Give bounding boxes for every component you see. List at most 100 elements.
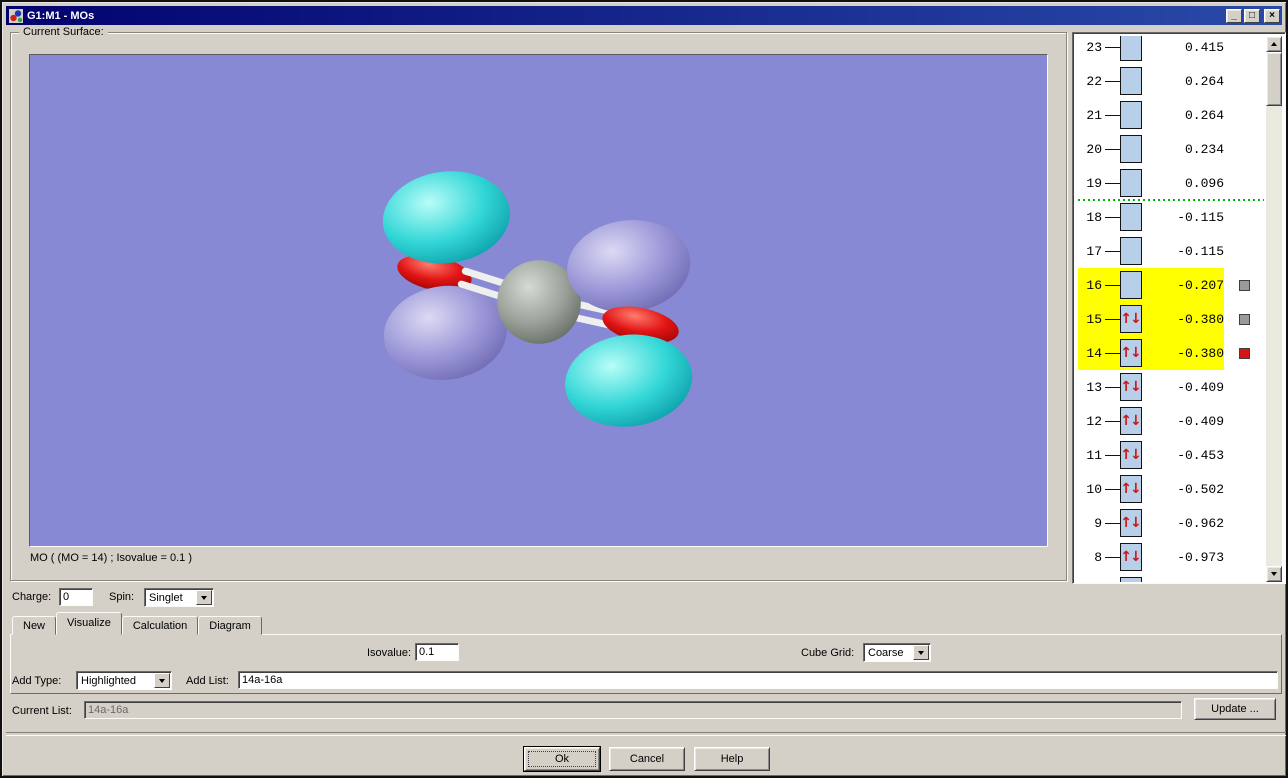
- mo-orbital-box[interactable]: [1120, 135, 1142, 163]
- mo-orbital-box[interactable]: ↑↓: [1120, 475, 1142, 503]
- mo-row-16[interactable]: 16 -0.207: [1076, 268, 1268, 302]
- mo-energy: -0.453: [1177, 447, 1224, 463]
- spin-dropdown[interactable]: Singlet: [144, 588, 214, 607]
- mo-row-20[interactable]: 20 0.234: [1076, 132, 1268, 166]
- mo-energy: -0.962: [1177, 515, 1224, 531]
- mo-number: 15: [1086, 311, 1102, 327]
- mo-orbital-box[interactable]: ↑↓: [1120, 407, 1142, 435]
- mo-row-13[interactable]: 13 ↑ ↓ -0.409: [1076, 370, 1268, 404]
- mo-orbital-box[interactable]: [1120, 36, 1142, 61]
- mo-number: 10: [1086, 481, 1102, 497]
- mo-row-21[interactable]: 21 0.264: [1076, 98, 1268, 132]
- mo-level-line: [1105, 386, 1120, 388]
- spin-dropdown-arrow[interactable]: [196, 590, 212, 605]
- ok-button[interactable]: Ok: [524, 747, 600, 771]
- tab-diagram[interactable]: Diagram: [198, 616, 262, 635]
- scroll-up-button[interactable]: [1266, 36, 1282, 52]
- mo-orbital-box[interactable]: [1120, 101, 1142, 129]
- add-list-label: Add List:: [186, 675, 229, 687]
- mo-row-partial[interactable]: ↑↓: [1076, 574, 1268, 582]
- update-button[interactable]: Update ...: [1194, 698, 1276, 720]
- mo-orbital-box[interactable]: ↑↓: [1120, 305, 1142, 333]
- mo-number: 9: [1094, 515, 1102, 531]
- tab-visualize[interactable]: Visualize: [56, 612, 122, 635]
- scrollbar-thumb[interactable]: [1266, 52, 1282, 106]
- mo-orbital-box[interactable]: [1120, 169, 1142, 197]
- mo-row-12[interactable]: 12 ↑ ↓ -0.409: [1076, 404, 1268, 438]
- mo-orbital-box[interactable]: ↑↓: [1120, 509, 1142, 537]
- current-list-input: [84, 701, 1182, 719]
- mo-energy: -0.409: [1177, 379, 1224, 395]
- mo-diagram-panel: 23 0.415 22 0.264 21 0.264 20 0.234 19 0.096 18 -0.…: [1072, 32, 1286, 584]
- mo-energy: -0.380: [1177, 311, 1224, 327]
- mo-orbital-box[interactable]: ↑↓: [1120, 441, 1142, 469]
- mo-select-checkbox[interactable]: [1239, 347, 1250, 359]
- cube-grid-dropdown-arrow[interactable]: [913, 645, 929, 660]
- mo-level-line: [1105, 454, 1120, 456]
- mo-orbital-box[interactable]: [1120, 67, 1142, 95]
- bottom-divider: [6, 732, 1286, 736]
- mo-orbital-box[interactable]: ↑↓: [1120, 577, 1142, 582]
- spin-down-arrow-icon: ↓: [1130, 345, 1142, 361]
- spin-down-arrow-icon: ↓: [1130, 549, 1142, 565]
- mo-list[interactable]: 23 0.415 22 0.264 21 0.264 20 0.234 19 0.096 18 -0.…: [1076, 36, 1268, 582]
- mo-row-8[interactable]: 8 ↑ ↓ -0.973: [1076, 540, 1268, 574]
- close-button[interactable]: ×: [1264, 8, 1280, 23]
- mo-energy: 0.415: [1184, 39, 1224, 55]
- mo-row-11[interactable]: 11 ↑ ↓ -0.453: [1076, 438, 1268, 472]
- isovalue-label: Isovalue:: [367, 647, 412, 659]
- mo-row-15[interactable]: 15 ↑ ↓ -0.380: [1076, 302, 1268, 336]
- add-type-dropdown[interactable]: Highlighted: [76, 671, 172, 690]
- mo-list-scrollbar[interactable]: [1266, 36, 1282, 582]
- add-type-dropdown-arrow[interactable]: [154, 673, 170, 688]
- mo-orbital-box[interactable]: ↑↓: [1120, 339, 1142, 367]
- scroll-down-button[interactable]: [1266, 566, 1282, 582]
- mo-row-22[interactable]: 22 0.264: [1076, 64, 1268, 98]
- title-bar[interactable]: G1:M1 - MOs _ □ ×: [6, 6, 1282, 25]
- mo-orbital-box[interactable]: ↑↓: [1120, 373, 1142, 401]
- orbital-lobe-cyan-bottom-right: [565, 334, 693, 427]
- mo-orbital-box[interactable]: [1120, 203, 1142, 231]
- mo-row-17[interactable]: 17 -0.115: [1076, 234, 1268, 268]
- app-icon[interactable]: [9, 8, 23, 23]
- isovalue-input[interactable]: [415, 643, 459, 661]
- homo-lumo-separator: [1078, 199, 1264, 201]
- mo-level-line: [1105, 46, 1120, 48]
- molecule-viewport[interactable]: [29, 54, 1048, 547]
- chevron-down-icon: [159, 678, 165, 683]
- mo-orbital-box[interactable]: [1120, 237, 1142, 265]
- mo-energy: -0.409: [1177, 413, 1224, 429]
- mo-orbital-box[interactable]: [1120, 271, 1142, 299]
- add-list-input[interactable]: [238, 671, 1278, 689]
- mo-row-19[interactable]: 19 0.096: [1076, 166, 1268, 200]
- minimize-button[interactable]: _: [1226, 8, 1242, 23]
- mo-energy: -0.502: [1177, 481, 1224, 497]
- cube-grid-dropdown[interactable]: Coarse: [863, 643, 931, 662]
- mo-level-line: [1105, 216, 1120, 218]
- mo-energy: 0.264: [1184, 107, 1224, 123]
- mo-row-9[interactable]: 9 ↑ ↓ -0.962: [1076, 506, 1268, 540]
- mo-energy: 0.096: [1184, 175, 1224, 191]
- mo-row-23[interactable]: 23 0.415: [1076, 36, 1268, 64]
- cube-grid-value: Coarse: [868, 646, 904, 659]
- mo-select-checkbox[interactable]: [1239, 313, 1250, 325]
- mo-level-line: [1105, 522, 1120, 524]
- tab-bar: New Visualize Calculation Diagram: [12, 612, 262, 635]
- tab-new[interactable]: New: [12, 616, 57, 635]
- mos-dialog-window: G1:M1 - MOs _ □ × Current Surface: MO (…: [0, 0, 1288, 778]
- maximize-button[interactable]: □: [1244, 8, 1260, 23]
- mo-energy: -0.380: [1177, 345, 1224, 361]
- mo-level-line: [1105, 284, 1120, 286]
- mo-select-checkbox[interactable]: [1239, 279, 1250, 291]
- mo-orbital-box[interactable]: ↑↓: [1120, 543, 1142, 571]
- help-button[interactable]: Help: [694, 747, 770, 771]
- cancel-button[interactable]: Cancel: [609, 747, 685, 771]
- mo-row-18[interactable]: 18 -0.115: [1076, 200, 1268, 234]
- current-list-label: Current List:: [12, 705, 72, 717]
- chevron-down-icon: [918, 650, 924, 655]
- tab-calculation[interactable]: Calculation: [121, 616, 199, 635]
- mo-row-14[interactable]: 14 ↑ ↓ -0.380: [1076, 336, 1268, 370]
- charge-input[interactable]: [59, 588, 93, 606]
- mo-level-line: [1105, 556, 1120, 558]
- mo-row-10[interactable]: 10 ↑ ↓ -0.502: [1076, 472, 1268, 506]
